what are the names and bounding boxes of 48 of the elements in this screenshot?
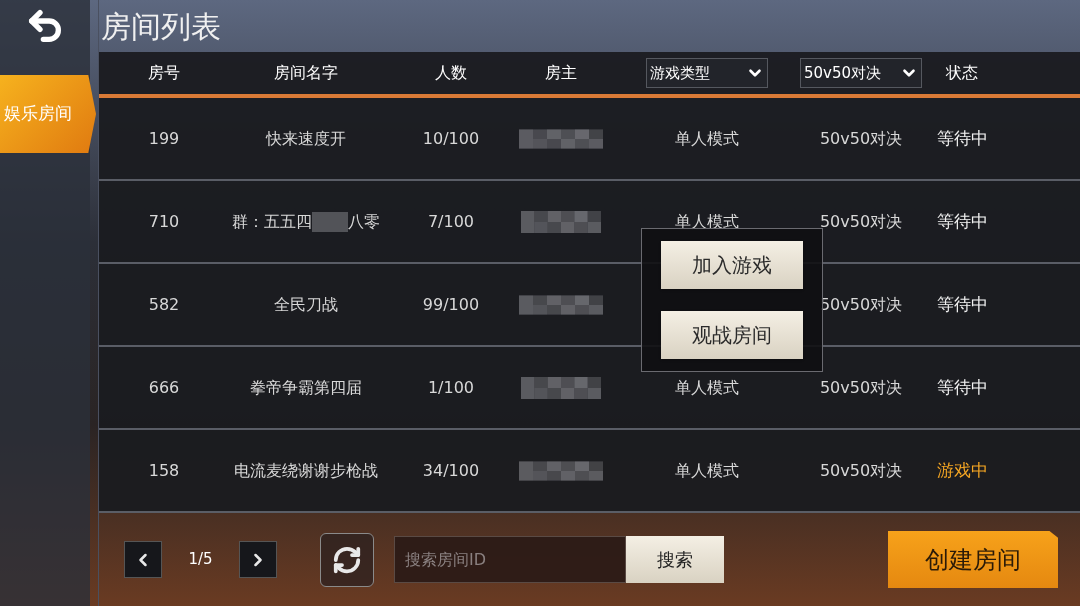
game-mode: 单人模式 <box>675 376 739 399</box>
column-header: 状态 <box>946 62 978 84</box>
room-name: 群：五五四 <box>232 210 312 233</box>
filter-dropdown[interactable]: 游戏类型 <box>646 58 768 88</box>
column-header: 人数 <box>435 62 467 84</box>
room-status: 等待中 <box>936 209 988 233</box>
game-mode: 单人模式 <box>675 127 739 150</box>
match-type: 50v50对决 <box>819 293 903 316</box>
search-field[interactable]: 搜索房间ID <box>394 536 626 583</box>
refresh-icon <box>332 544 362 575</box>
player-count: 7/100 <box>427 210 475 233</box>
column-header: 房号 <box>148 62 180 84</box>
room-status: 等待中 <box>936 126 988 150</box>
room-number: 199 <box>148 127 180 150</box>
popup-button[interactable]: 观战房间 <box>661 311 803 359</box>
column-header: 房间名字 <box>274 62 338 84</box>
filter-dropdown[interactable]: 50v50对决 <box>800 58 922 88</box>
room-status: 等待中 <box>936 375 988 399</box>
refresh-button[interactable] <box>320 532 374 587</box>
create-room-button[interactable]: 创建房间 <box>888 531 1058 588</box>
game-mode: 单人模式 <box>675 459 739 482</box>
room-status: 等待中 <box>936 292 988 316</box>
column-header: 房主 <box>545 62 577 84</box>
room-status: 游戏中 <box>936 458 988 482</box>
page-indicator: 1/5 <box>187 549 214 571</box>
match-type: 50v50对决 <box>819 376 903 399</box>
match-type: 50v50对决 <box>819 210 903 233</box>
match-type: 50v50对决 <box>819 459 903 482</box>
room-name: 八零 <box>348 210 380 233</box>
previous-page-button[interactable] <box>124 541 162 578</box>
search-button[interactable]: 搜索 <box>626 536 724 583</box>
blurred-text <box>312 211 348 232</box>
room-name: 拳帝争霸第四届 <box>250 376 362 399</box>
player-count: 1/100 <box>427 376 475 399</box>
room-name: 全民刀战 <box>274 293 338 316</box>
player-count: 10/100 <box>422 127 480 150</box>
player-count: 99/100 <box>422 293 480 316</box>
room-number: 582 <box>148 293 180 316</box>
room-number: 666 <box>148 376 180 399</box>
room-number: 710 <box>148 210 180 233</box>
next-page-button[interactable] <box>239 541 277 578</box>
room-number: 158 <box>148 459 180 482</box>
room-name: 快来速度开 <box>266 127 346 150</box>
page-title: 房间列表 <box>101 7 221 46</box>
player-count: 34/100 <box>422 459 480 482</box>
room-name: 电流麦绕谢谢步枪战 <box>234 459 378 482</box>
match-type: 50v50对决 <box>819 127 903 150</box>
popup-button[interactable]: 加入游戏 <box>661 241 803 289</box>
